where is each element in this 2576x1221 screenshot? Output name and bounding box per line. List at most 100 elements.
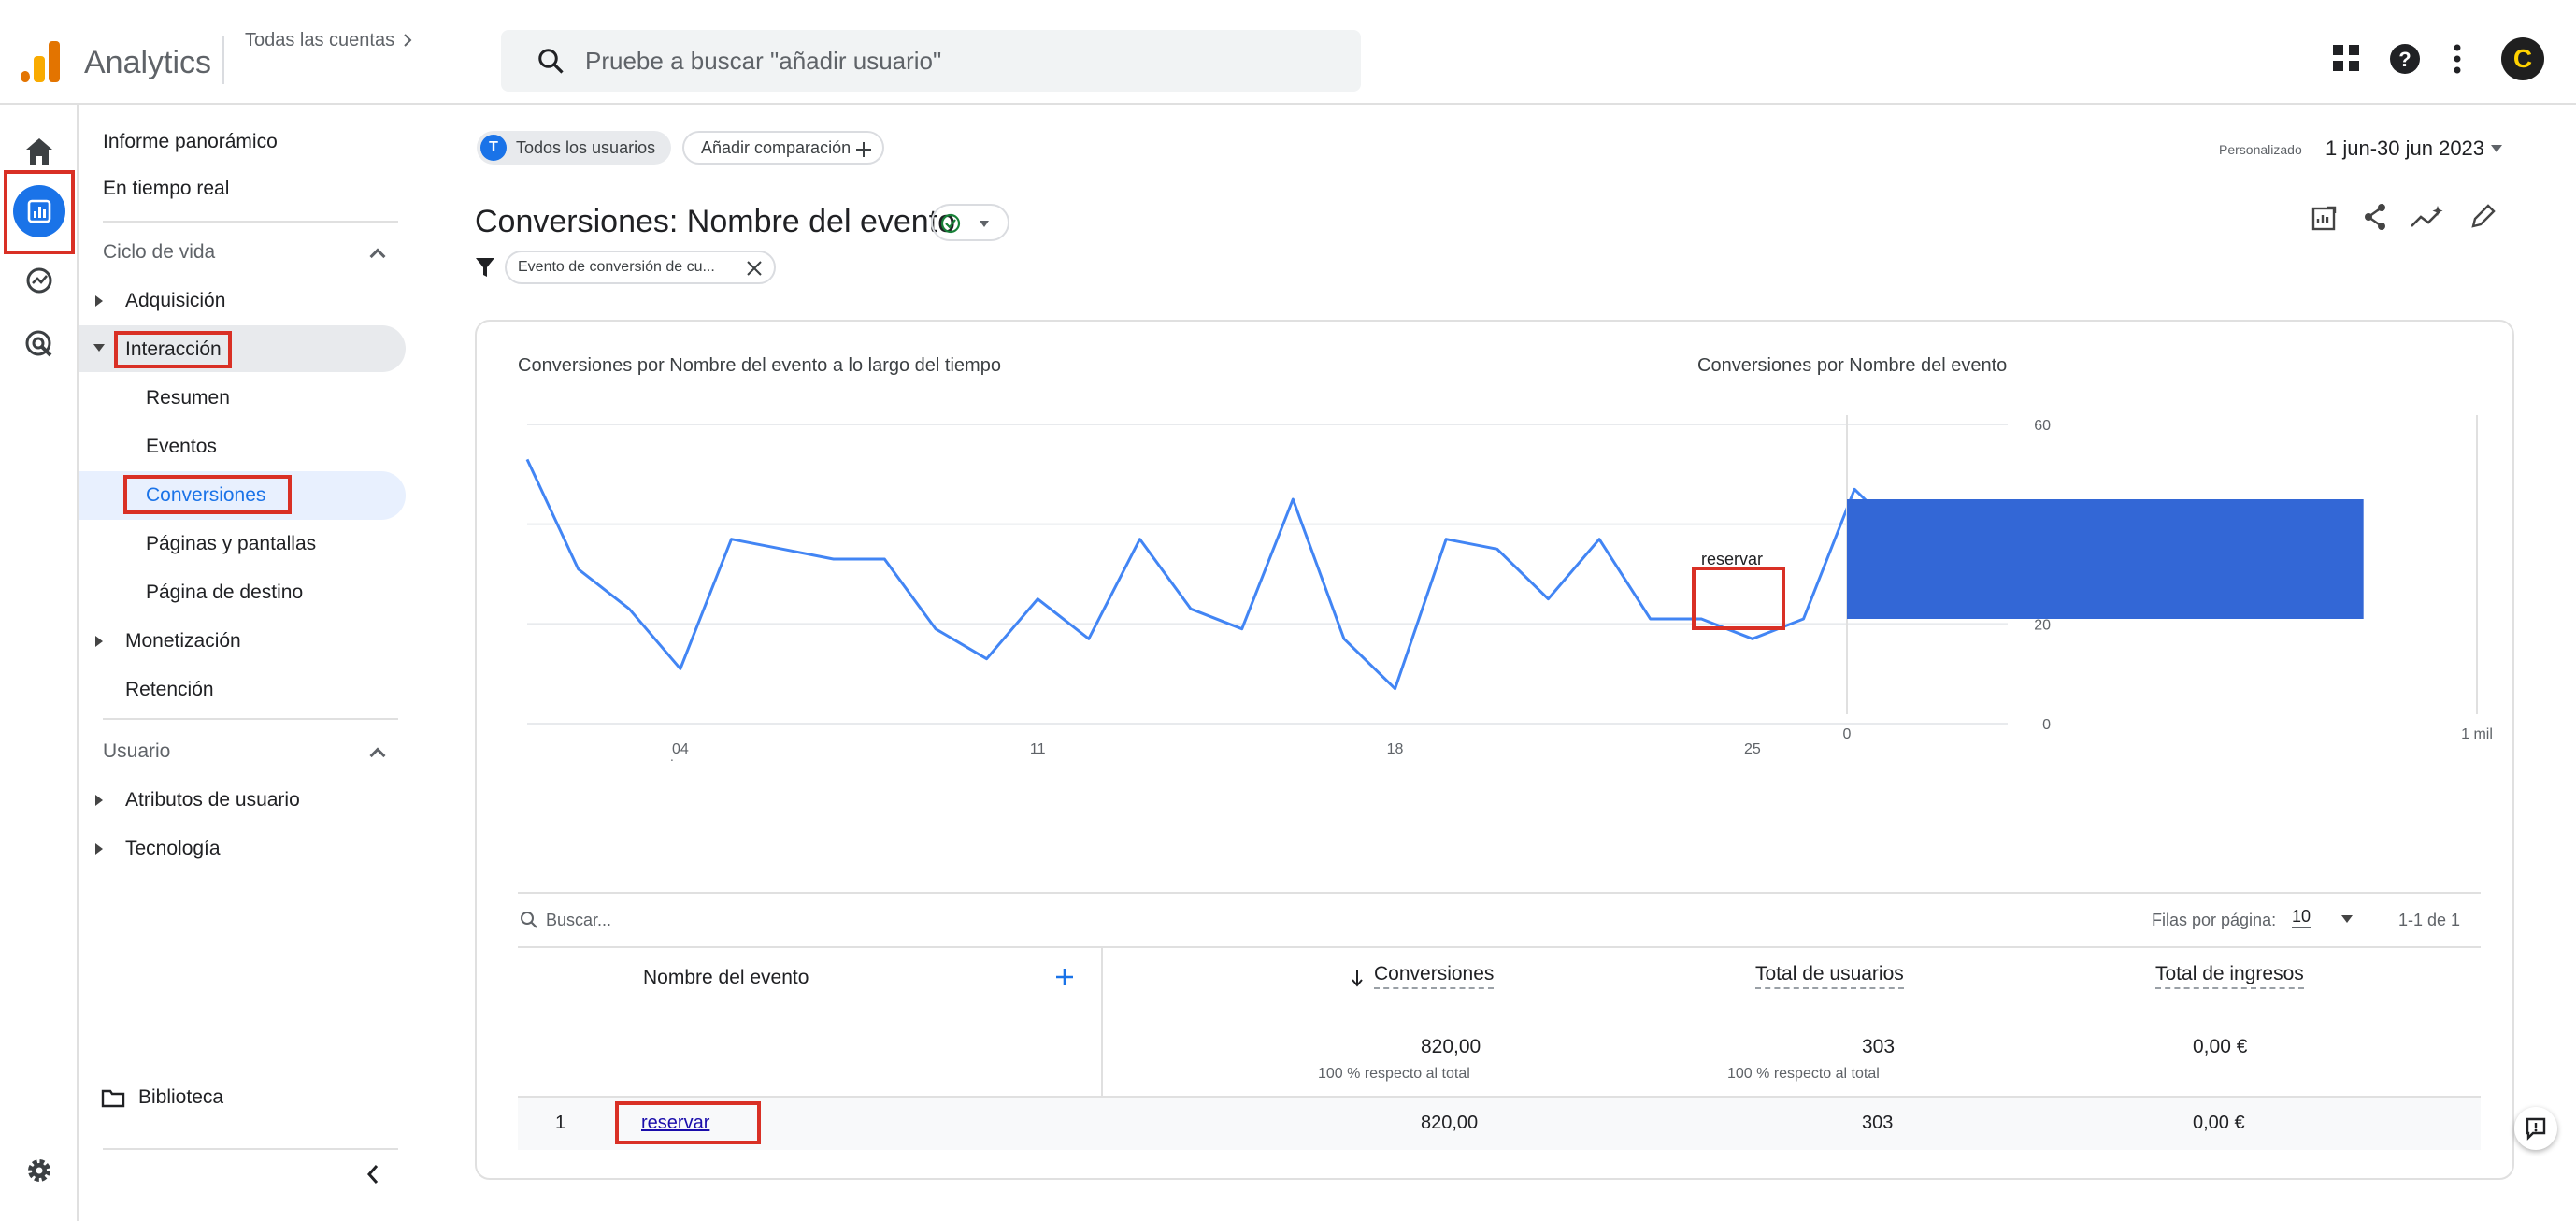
line-chart-title: Conversiones por Nombre del evento a lo …	[518, 355, 1001, 376]
nav-divider	[103, 718, 398, 720]
bar-category-label: reservar	[1701, 550, 1763, 568]
x-tick-sublabel: jun	[669, 758, 690, 761]
nav-acquisition[interactable]: Adquisición	[125, 290, 225, 312]
analytics-logo-icon[interactable]	[21, 41, 62, 82]
apps-grid-icon[interactable]	[2331, 43, 2361, 73]
more-vert-icon[interactable]	[2453, 43, 2462, 75]
home-icon[interactable]	[19, 131, 60, 172]
pagination-label: 1-1 de 1	[2398, 911, 2461, 929]
feedback-icon	[2526, 1117, 2546, 1141]
search-placeholder: Pruebe a buscar "añadir usuario"	[585, 47, 942, 75]
nav-retention[interactable]: Retención	[125, 679, 214, 701]
advertising-icon[interactable]	[19, 323, 60, 365]
top-bar: Analytics Todas las cuentas Pruebe a bus…	[0, 0, 2576, 105]
x-tick-label: 04	[672, 741, 689, 757]
nav-events[interactable]: Eventos	[146, 436, 217, 458]
date-mode-label: Personalizado	[2219, 142, 2302, 157]
edit-pencil-icon[interactable]	[2468, 202, 2496, 232]
expand-arrow-icon[interactable]	[95, 636, 103, 647]
page-title: Conversiones: Nombre del evento	[475, 204, 956, 239]
row-conversions: 820,00	[1421, 1113, 1479, 1133]
nav-library[interactable]: Biblioteca	[138, 1086, 223, 1109]
table-divider	[518, 892, 2481, 894]
chevron-up-icon[interactable]	[369, 248, 386, 265]
customize-report-icon[interactable]	[2311, 204, 2339, 232]
svg-text:?: ?	[2398, 48, 2411, 71]
filter-icon[interactable]	[475, 256, 495, 279]
dropdown-arrow-icon[interactable]	[2340, 914, 2354, 924]
bar-x-tick-label: 1 mil	[2461, 726, 2493, 742]
collapse-nav-icon[interactable]	[365, 1163, 381, 1185]
collapse-arrow-icon[interactable]	[93, 344, 105, 352]
all-users-label: Todos los usuarios	[516, 138, 656, 157]
all-accounts-label: Todas las cuentas	[245, 30, 395, 50]
row-users: 303	[1862, 1113, 1894, 1133]
x-tick-label: 11	[1030, 741, 1046, 757]
search-input[interactable]: Pruebe a buscar "añadir usuario"	[501, 30, 1361, 92]
share-icon[interactable]	[2361, 202, 2389, 232]
highlight-box-conversions	[123, 475, 292, 514]
header-divider	[222, 36, 224, 84]
sort-down-arrow-icon[interactable]	[1350, 969, 1365, 987]
total-conversions-share: 100 % respecto al total	[1318, 1066, 1470, 1082]
insights-icon[interactable]	[2410, 204, 2445, 232]
total-conversions: 820,00	[1421, 1036, 1481, 1057]
total-users-share: 100 % respecto al total	[1727, 1066, 1880, 1082]
col-header-conversions[interactable]: Conversiones	[1374, 963, 1495, 989]
nav-landing-page[interactable]: Página de destino	[146, 582, 303, 604]
nav-lifecycle-header[interactable]: Ciclo de vida	[103, 241, 215, 264]
app-title: Analytics	[84, 45, 212, 80]
add-dimension-plus-icon[interactable]	[1054, 967, 1075, 987]
highlight-box-reports	[4, 170, 75, 254]
nav-user-attributes[interactable]: Atributos de usuario	[125, 789, 300, 812]
col-header-total-revenue[interactable]: Total de ingresos	[2155, 963, 2304, 989]
nav-summary[interactable]: Resumen	[146, 387, 230, 409]
expand-arrow-icon[interactable]	[95, 843, 103, 855]
search-icon	[521, 912, 537, 928]
nav-technology[interactable]: Tecnología	[125, 838, 221, 860]
settings-gear-icon[interactable]	[19, 1150, 60, 1191]
all-users-chip[interactable]: T Todos los usuarios	[477, 131, 671, 165]
highlight-box-reservar-bar	[1692, 567, 1785, 630]
filter-label: Evento de conversión de cu...	[518, 259, 715, 275]
nav-pages-screens[interactable]: Páginas y pantallas	[146, 533, 316, 555]
all-users-badge: T	[480, 135, 507, 161]
explore-icon[interactable]	[19, 260, 60, 301]
rows-per-page-select[interactable]: 10	[2292, 907, 2311, 928]
bar-reservar[interactable]	[1847, 499, 2364, 619]
report-status-chip[interactable]	[931, 204, 1009, 241]
check-circle-icon	[940, 213, 961, 234]
chevron-up-icon[interactable]	[369, 747, 386, 764]
table-search-input[interactable]: Buscar...	[546, 911, 611, 930]
folder-icon	[101, 1089, 125, 1108]
nav-monetization[interactable]: Monetización	[125, 630, 241, 653]
chevron-right-icon	[403, 34, 412, 47]
col-header-total-users[interactable]: Total de usuarios	[1755, 963, 1904, 989]
x-tick-label: 18	[1387, 741, 1404, 757]
highlight-box-engagement	[114, 331, 232, 368]
close-icon[interactable]	[746, 260, 763, 277]
plus-icon	[856, 142, 871, 157]
nav-user-header[interactable]: Usuario	[103, 740, 170, 763]
avatar[interactable]: C	[2501, 37, 2544, 80]
dropdown-arrow-icon[interactable]	[2490, 144, 2503, 153]
bar-x-tick-label: 0	[1843, 726, 1852, 742]
total-revenue: 0,00 €	[2193, 1036, 2248, 1057]
expand-arrow-icon[interactable]	[95, 795, 103, 806]
bar-chart-title: Conversiones por Nombre del evento	[1697, 355, 2008, 376]
feedback-button[interactable]	[2514, 1107, 2557, 1150]
expand-arrow-icon[interactable]	[95, 295, 103, 307]
reports-nav: Informe panorámico En tiempo real Ciclo …	[79, 105, 411, 1221]
all-accounts-link[interactable]: Todas las cuentas	[245, 30, 415, 51]
add-comparison-label: Añadir comparación	[701, 138, 852, 157]
conversion-filter-chip[interactable]: Evento de conversión de cu...	[505, 251, 776, 284]
bar-chart: 0 1 mil reservar	[1701, 415, 2493, 742]
date-range-picker[interactable]: 1 jun-30 jun 2023	[2326, 136, 2484, 161]
add-comparison-button[interactable]: Añadir comparación	[682, 131, 884, 165]
nav-overview[interactable]: Informe panorámico	[103, 131, 278, 153]
help-icon[interactable]: ?	[2389, 43, 2421, 75]
col-header-event-name[interactable]: Nombre del evento	[643, 967, 809, 989]
nav-realtime[interactable]: En tiempo real	[103, 178, 229, 200]
left-rail	[0, 105, 79, 1221]
row-revenue: 0,00 €	[2193, 1113, 2245, 1133]
